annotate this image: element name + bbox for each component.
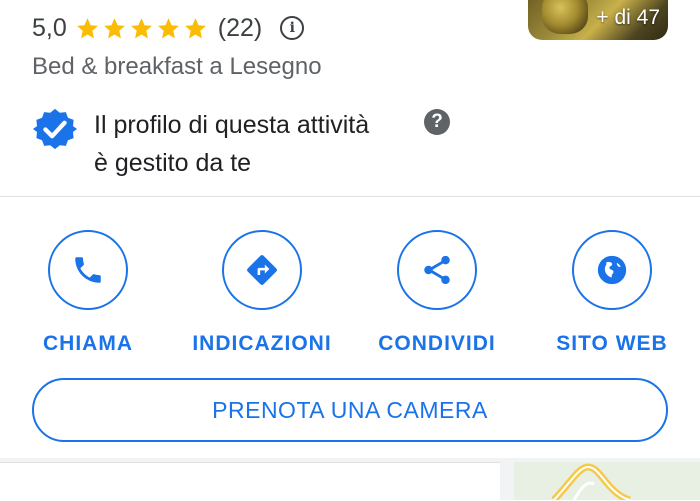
star-icon: [184, 17, 206, 38]
share-icon: [424, 255, 450, 285]
photo-foliage: [542, 0, 588, 34]
section-divider: [0, 196, 700, 197]
share-label: CONDIVIDI: [378, 332, 496, 355]
website-circle[interactable]: [572, 230, 652, 310]
quick-actions: CHIAMA INDICAZIONI CONDIVIDI SITO WEB: [0, 220, 700, 360]
star-rating: [75, 16, 210, 41]
place-category: Bed & breakfast a Lesegno: [32, 53, 322, 80]
directions-circle[interactable]: [222, 230, 302, 310]
share-circle[interactable]: [397, 230, 477, 310]
rating-row[interactable]: 5,0 (22) i: [32, 12, 305, 44]
phone-icon: [75, 257, 101, 283]
place-title-fragment: [32, 0, 112, 4]
share-button[interactable]: CONDIVIDI: [349, 220, 525, 356]
website-button[interactable]: SITO WEB: [524, 220, 700, 356]
website-label: SITO WEB: [556, 332, 668, 355]
star-icon: [76, 17, 98, 38]
star-icon: [130, 17, 152, 38]
info-icon[interactable]: i: [280, 16, 305, 40]
call-button[interactable]: CHIAMA: [0, 220, 176, 356]
photo-thumbnail[interactable]: + di 47: [528, 0, 668, 40]
star-icon: [103, 17, 125, 38]
call-circle[interactable]: [48, 230, 128, 310]
ownership-text-line1: Il profilo di questa attività: [94, 111, 370, 139]
directions-label: INDICAZIONI: [192, 332, 332, 355]
call-label: CHIAMA: [43, 332, 133, 355]
review-count[interactable]: (22): [218, 14, 262, 43]
next-card: [0, 462, 500, 501]
book-room-button[interactable]: PRENOTA UNA CAMERA: [32, 378, 668, 442]
photo-count: + di 47: [596, 6, 660, 29]
map-route-lines: [551, 463, 632, 500]
ownership-text: Il profilo di questa attività è gestito …: [94, 106, 434, 182]
ownership-text-line2: è gestito da te: [94, 149, 252, 177]
help-icon[interactable]: ?: [424, 109, 450, 135]
verified-badge-icon: [32, 108, 78, 150]
directions-button[interactable]: INDICAZIONI: [174, 220, 350, 356]
map-thumbnail[interactable]: [514, 462, 700, 500]
place-header: 5,0 (22) i Bed & breakfast a Lesegno + d…: [0, 0, 700, 196]
directions-icon: [247, 255, 277, 285]
star-icon: [157, 17, 179, 38]
rating-value: 5,0: [32, 13, 67, 42]
globe-icon: [597, 255, 627, 285]
